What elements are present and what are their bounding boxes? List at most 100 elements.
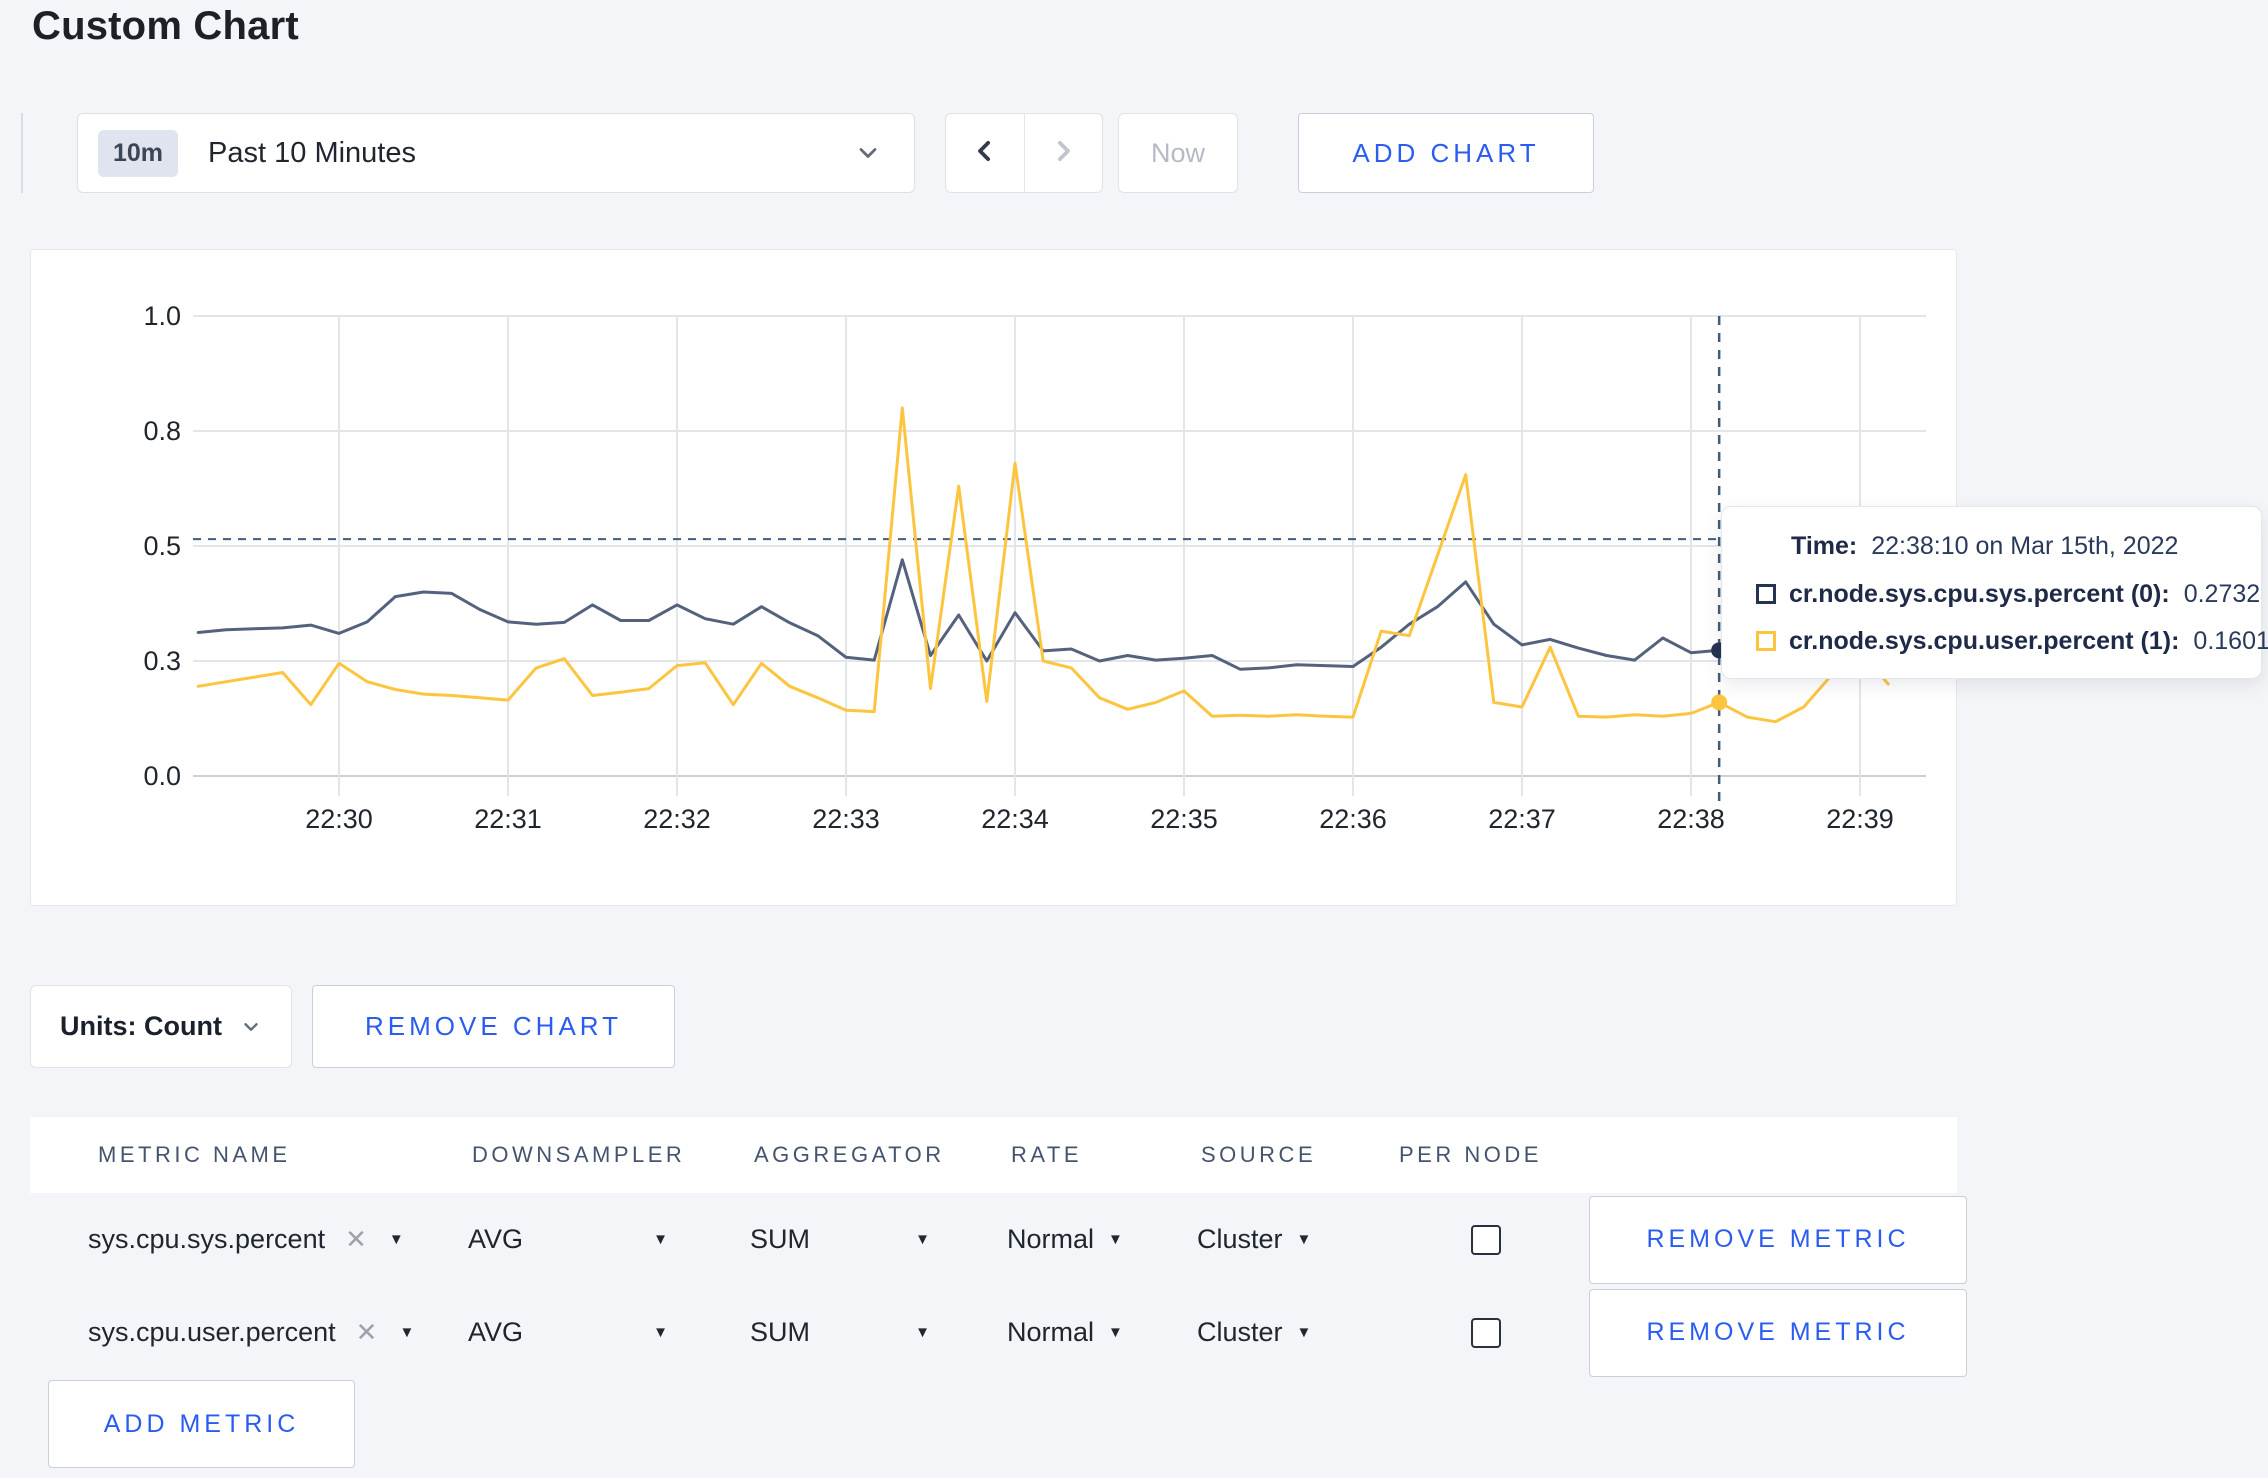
add-metric-button[interactable]: ADD METRIC (48, 1380, 355, 1468)
rate-value: Normal (1007, 1224, 1095, 1254)
source-value: Cluster (1197, 1224, 1283, 1254)
svg-text:22:38: 22:38 (1657, 804, 1725, 834)
svg-text:22:36: 22:36 (1319, 804, 1387, 834)
col-header-aggregator: AGGREGATOR (754, 1142, 945, 1167)
time-nav-group (945, 113, 1103, 193)
units-label: Units: Count (60, 1011, 222, 1041)
now-button[interactable]: Now (1118, 113, 1238, 193)
chevron-down-icon (854, 139, 882, 167)
aggregator-value: SUM (750, 1224, 810, 1254)
metric-name-select[interactable]: sys.cpu.sys.percent ✕ ▼ (88, 1224, 404, 1255)
add-chart-button[interactable]: ADD CHART (1298, 113, 1594, 193)
clear-metric-icon[interactable]: ✕ (356, 1317, 378, 1348)
aggregator-select[interactable]: SUM ▼ (750, 1224, 930, 1255)
time-range-picker[interactable]: 10m Past 10 Minutes (77, 113, 915, 193)
col-header-downsampler: DOWNSAMPLER (472, 1142, 686, 1167)
remove-chart-label: REMOVE CHART (365, 1011, 622, 1041)
downsampler-value: AVG (468, 1224, 524, 1254)
svg-text:22:37: 22:37 (1488, 804, 1556, 834)
remove-metric-button[interactable]: REMOVE METRIC (1589, 1195, 1967, 1284)
remove-metric-label: REMOVE METRIC (1646, 1225, 1910, 1253)
chevron-down-icon (240, 1016, 262, 1038)
now-button-label: Now (1150, 137, 1205, 168)
tooltip-sys-value: 0.2732 (2183, 579, 2261, 608)
chevron-left-icon (970, 136, 1000, 171)
source-value: Cluster (1197, 1317, 1283, 1347)
caret-down-icon: ▼ (1108, 1324, 1123, 1341)
caret-down-icon: ▼ (653, 1231, 668, 1248)
tooltip-user-value: 0.1601 (2193, 627, 2268, 655)
svg-text:22:32: 22:32 (643, 804, 711, 834)
caret-down-icon: ▼ (653, 1324, 668, 1341)
next-time-button[interactable] (1025, 114, 1103, 192)
caret-down-icon: ▼ (1296, 1231, 1312, 1248)
svg-text:22:34: 22:34 (981, 804, 1049, 834)
tooltip-sys-label: cr.node.sys.cpu.sys.percent (0): (1789, 579, 2170, 608)
per-node-checkbox[interactable] (1471, 1224, 1501, 1255)
col-header-per-node: PER NODE (1399, 1142, 1542, 1167)
tooltip-user-label: cr.node.sys.cpu.user.percent (1): (1789, 627, 2180, 655)
chart-grid: 0.0 0.3 0.5 0.8 1.0 22:30 22:31 22:32 22:33 22:34… (143, 301, 1926, 834)
caret-down-icon: ▼ (1108, 1231, 1123, 1248)
svg-text:22:39: 22:39 (1826, 804, 1894, 834)
svg-text:22:35: 22:35 (1150, 804, 1218, 834)
aggregator-select[interactable]: SUM ▼ (750, 1317, 930, 1348)
metrics-table-header: METRIC NAME DOWNSAMPLER AGGREGATOR RATE … (30, 1117, 1957, 1193)
rate-select[interactable]: Normal ▼ (1007, 1317, 1123, 1348)
metric-name-value: sys.cpu.sys.percent (88, 1224, 326, 1254)
downsampler-select[interactable]: AVG ▼ (468, 1224, 668, 1255)
metric-row: sys.cpu.user.percent ✕ ▼ AVG ▼ SUM ▼ Nor… (30, 1286, 1967, 1379)
rate-select[interactable]: Normal ▼ (1007, 1224, 1123, 1255)
downsampler-select[interactable]: AVG ▼ (468, 1317, 668, 1348)
source-select[interactable]: Cluster ▼ (1197, 1317, 1311, 1348)
custom-chart-page: Custom Chart 10m Past 10 Minutes Now ADD… (0, 0, 2268, 1478)
svg-text:0.5: 0.5 (143, 531, 181, 561)
page-title: Custom Chart (32, 4, 299, 48)
chart-card: 0.0 0.3 0.5 0.8 1.0 22:30 22:31 22:32 22:33 22:34… (30, 249, 1957, 906)
svg-text:0.8: 0.8 (143, 416, 181, 446)
tooltip-series-row: cr.node.sys.cpu.sys.percent (0): 0.2732 (1756, 579, 2260, 609)
source-select[interactable]: Cluster ▼ (1197, 1224, 1311, 1255)
add-metric-label: ADD METRIC (103, 1409, 300, 1438)
col-header-source: SOURCE (1201, 1142, 1317, 1167)
aggregator-value: SUM (750, 1317, 810, 1347)
tooltip-series-row: cr.node.sys.cpu.user.percent (1): 0.1601 (1756, 626, 2268, 656)
chevron-right-icon (1048, 136, 1078, 171)
series-line-1 (196, 406, 1890, 724)
prev-time-button[interactable] (946, 114, 1025, 192)
line-chart[interactable]: 0.0 0.3 0.5 0.8 1.0 22:30 22:31 22:32 22:33 22:34… (31, 250, 1956, 905)
col-header-metric-name: METRIC NAME (98, 1142, 291, 1167)
per-node-checkbox[interactable] (1471, 1317, 1501, 1348)
svg-text:22:31: 22:31 (474, 804, 542, 834)
metric-name-select[interactable]: sys.cpu.user.percent ✕ ▼ (88, 1317, 414, 1348)
svg-text:0.0: 0.0 (143, 761, 181, 791)
metric-name-value: sys.cpu.user.percent (88, 1317, 336, 1347)
remove-metric-label: REMOVE METRIC (1646, 1318, 1910, 1346)
svg-text:1.0: 1.0 (143, 301, 181, 331)
add-chart-label: ADD CHART (1352, 137, 1540, 168)
time-range-badge: 10m (98, 129, 179, 177)
series-sys-swatch-icon (1756, 583, 1776, 604)
svg-text:0.3: 0.3 (143, 646, 181, 676)
svg-text:22:30: 22:30 (305, 804, 373, 834)
rate-value: Normal (1007, 1317, 1095, 1347)
caret-down-icon: ▼ (1296, 1324, 1312, 1341)
col-header-rate: RATE (1011, 1142, 1083, 1167)
remove-chart-button[interactable]: REMOVE CHART (312, 985, 675, 1068)
toolbar-divider (21, 113, 23, 193)
downsampler-value: AVG (468, 1317, 524, 1347)
caret-down-icon: ▼ (915, 1324, 930, 1341)
series-user-swatch-icon (1756, 631, 1776, 651)
caret-down-icon: ▼ (388, 1231, 404, 1248)
clear-metric-icon[interactable]: ✕ (345, 1224, 367, 1255)
tooltip-time-row: Time: 22:38:10 on Mar 15th, 2022 (1791, 531, 2231, 561)
time-range-label: Past 10 Minutes (208, 136, 416, 169)
tooltip-time-value: 22:38:10 on Mar 15th, 2022 (1871, 532, 2179, 560)
metric-row: sys.cpu.sys.percent ✕ ▼ AVG ▼ SUM ▼ Norm… (30, 1193, 1967, 1286)
remove-metric-button[interactable]: REMOVE METRIC (1589, 1288, 1967, 1377)
units-dropdown[interactable]: Units: Count (30, 985, 292, 1068)
svg-text:22:33: 22:33 (812, 804, 880, 834)
tooltip-time-label: Time: (1791, 532, 1858, 560)
hover-point-user (1711, 694, 1728, 711)
caret-down-icon: ▼ (399, 1324, 415, 1341)
